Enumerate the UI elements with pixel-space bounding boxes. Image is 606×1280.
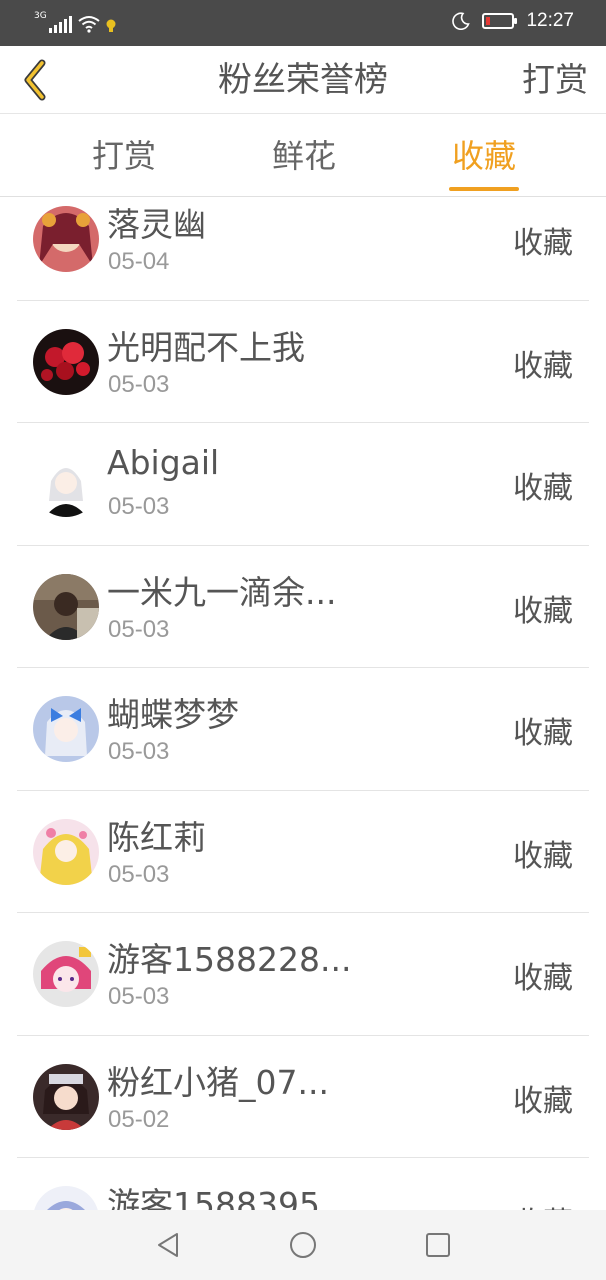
header: 粉丝荣誉榜 打赏 xyxy=(0,46,606,114)
fan-date: 05-04 xyxy=(108,248,170,275)
fan-name: 陈红莉 xyxy=(107,817,206,857)
active-tab-indicator xyxy=(449,187,519,191)
fan-name: 落灵幽 xyxy=(107,205,206,244)
moon-icon xyxy=(452,12,471,30)
fan-list[interactable]: 落灵幽 05-04 收藏 光明配不上我 05-03 收藏 Abigail 05-… xyxy=(0,198,606,1210)
fan-date: 05-03 xyxy=(108,983,170,1010)
tab-label: 收藏 xyxy=(451,137,516,175)
fan-name: Abigail xyxy=(107,443,220,482)
list-item[interactable]: 陈红莉 05-03 收藏 xyxy=(17,791,589,913)
fan-name: 粉红小猪_07... xyxy=(107,1062,329,1102)
chevron-left-icon xyxy=(24,59,46,101)
list-item[interactable]: 游客1588228... 05-03 收藏 xyxy=(17,913,589,1036)
reward-button[interactable]: 打赏 xyxy=(522,46,588,114)
list-item[interactable]: 游客1588395... 收藏 xyxy=(17,1158,589,1210)
list-item[interactable]: 粉红小猪_07... 05-02 收藏 xyxy=(17,1036,589,1158)
fan-date: 05-03 xyxy=(108,370,170,398)
status-right: 12:27 xyxy=(452,10,574,32)
fan-action-type: 收藏 xyxy=(513,471,573,506)
fan-name: 一米九一滴余... xyxy=(107,572,337,612)
fan-action-type: 收藏 xyxy=(513,348,573,384)
tab-bar: 打赏 鲜花 收藏 xyxy=(0,114,606,197)
battery-icon xyxy=(482,13,518,29)
avatar xyxy=(33,941,99,1007)
avatar xyxy=(33,696,99,762)
system-nav-bar xyxy=(0,1210,606,1280)
fan-name: 游客1588395... xyxy=(107,1185,352,1210)
tab-label: 打赏 xyxy=(91,137,156,175)
fan-action-type: 收藏 xyxy=(513,1083,573,1119)
signal-icon xyxy=(48,15,72,33)
fan-name: 蝴蝶梦梦 xyxy=(107,695,239,734)
back-button[interactable] xyxy=(10,54,60,106)
avatar xyxy=(33,328,99,395)
list-item[interactable]: 蝴蝶梦梦 05-03 收藏 xyxy=(17,668,589,791)
tab-reward[interactable]: 打赏 xyxy=(54,114,194,197)
avatar xyxy=(33,573,99,640)
home-circle-icon[interactable] xyxy=(288,1230,318,1260)
fan-list-content: 落灵幽 05-04 收藏 光明配不上我 05-03 收藏 Abigail 05-… xyxy=(0,198,606,1210)
fan-date: 05-03 xyxy=(108,738,170,765)
fan-action-type: 收藏 xyxy=(513,961,573,996)
avatar xyxy=(33,1186,99,1210)
avatar xyxy=(33,1063,99,1130)
fan-action-type: 收藏 xyxy=(513,593,573,629)
fan-action-type: 收藏 xyxy=(513,1198,573,1210)
avatar xyxy=(33,206,99,272)
list-item[interactable]: 落灵幽 05-04 收藏 xyxy=(17,198,589,301)
avatar xyxy=(33,451,99,517)
fan-date: 05-03 xyxy=(108,493,170,520)
fan-action-type: 收藏 xyxy=(513,838,573,874)
avatar xyxy=(33,818,99,885)
tab-flowers[interactable]: 鲜花 xyxy=(234,114,374,197)
status-left: 3G xyxy=(34,12,116,33)
fan-date: 05-02 xyxy=(108,1105,170,1133)
fan-action-type: 收藏 xyxy=(513,716,573,751)
tab-label: 鲜花 xyxy=(271,137,336,175)
bulb-icon xyxy=(106,19,116,32)
status-bar: 3G 12:27 xyxy=(0,0,606,46)
list-item[interactable]: Abigail 05-03 收藏 xyxy=(17,423,589,546)
list-item[interactable]: 光明配不上我 05-03 收藏 xyxy=(17,301,589,423)
wifi-icon xyxy=(78,16,100,33)
fan-date: 05-03 xyxy=(108,615,170,643)
fan-date: 05-03 xyxy=(108,860,170,888)
fan-name: 游客1588228... xyxy=(107,940,352,979)
status-time: 12:27 xyxy=(526,10,574,31)
back-triangle-icon[interactable] xyxy=(153,1230,183,1260)
fan-name: 光明配不上我 xyxy=(107,327,305,367)
tab-favorites[interactable]: 收藏 xyxy=(414,114,554,197)
recents-square-icon[interactable] xyxy=(423,1230,453,1260)
network-type: 3G xyxy=(34,11,47,21)
fan-action-type: 收藏 xyxy=(513,226,573,261)
page-title: 粉丝荣誉榜 xyxy=(218,60,388,100)
list-item[interactable]: 一米九一滴余... 05-03 收藏 xyxy=(17,546,589,668)
